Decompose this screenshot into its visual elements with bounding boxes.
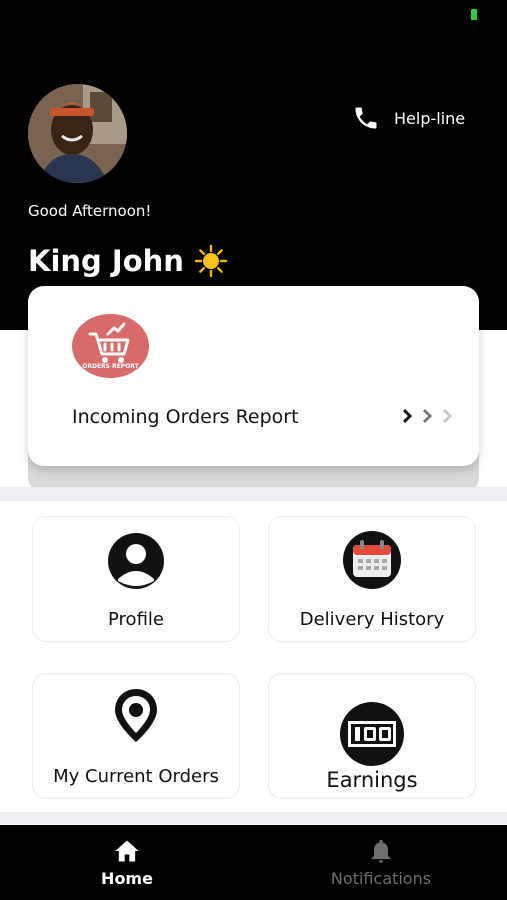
current-orders-tile[interactable]: My Current Orders — [32, 673, 240, 799]
report-title: Incoming Orders Report — [72, 406, 299, 428]
cash-icon — [340, 702, 404, 766]
bell-icon — [371, 839, 391, 863]
tab-home[interactable]: Home — [57, 837, 197, 888]
logo-text: ORDERS REPORT — [82, 363, 139, 370]
delivery-history-tile[interactable]: Delivery History — [268, 516, 476, 642]
bottom-tab-bar: Home Notifications — [0, 825, 507, 900]
location-pin-icon — [115, 689, 157, 742]
sun-icon — [194, 244, 228, 278]
current-orders-label: My Current Orders — [53, 766, 219, 787]
tab-notifications[interactable]: Notifications — [311, 837, 451, 888]
delivery-history-label: Delivery History — [299, 609, 445, 630]
greeting-text: Good Afternoon! — [28, 202, 152, 220]
profile-label: Profile — [108, 609, 164, 630]
calendar-icon — [343, 531, 401, 589]
user-name: King John — [28, 244, 184, 278]
battery-icon — [471, 9, 477, 20]
earnings-tile[interactable]: Earnings — [268, 673, 476, 799]
helpline-button[interactable]: Help-line — [352, 103, 465, 133]
section-divider — [0, 487, 507, 501]
bottom-divider — [0, 812, 507, 826]
incoming-orders-report-card[interactable]: ORDERS REPORT Incoming Orders Report — [28, 286, 479, 466]
header: Help-line Good Afternoon! King John — [0, 0, 507, 330]
home-icon — [115, 840, 139, 862]
user-name-row: King John — [28, 244, 228, 278]
phone-icon — [355, 107, 377, 129]
earnings-label: Earnings — [326, 768, 418, 792]
tab-notifications-label: Notifications — [330, 869, 432, 888]
avatar[interactable] — [28, 84, 127, 183]
chevrons-icon — [398, 406, 458, 426]
tab-home-label: Home — [101, 869, 153, 888]
helpline-label: Help-line — [394, 108, 466, 128]
profile-tile[interactable]: Profile — [32, 516, 240, 642]
profile-icon — [108, 533, 164, 589]
orders-report-logo: ORDERS REPORT — [72, 314, 149, 378]
